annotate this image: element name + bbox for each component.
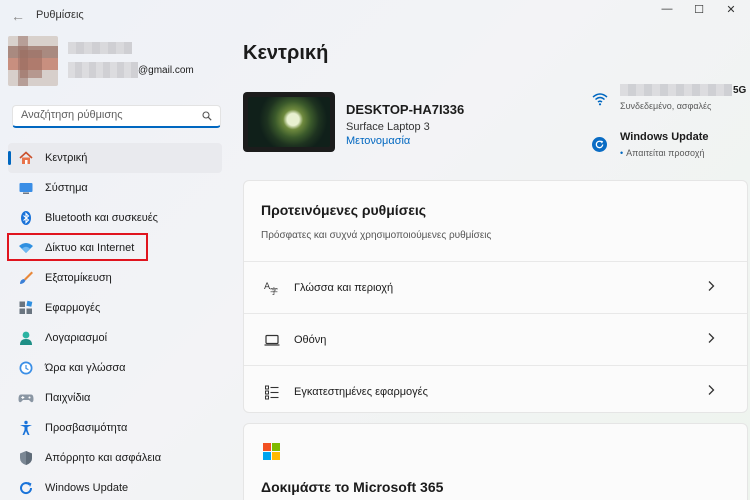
- device-model: Surface Laptop 3: [346, 121, 430, 133]
- rename-link[interactable]: Μετονομασία: [346, 135, 410, 147]
- page-title: Κεντρική: [243, 42, 329, 64]
- account-name-redacted: [68, 42, 132, 54]
- windows-update-status: • Απαιτείται προσοχή: [620, 148, 705, 158]
- system-icon: [17, 179, 35, 197]
- microsoft-365-title: Δοκιμάστε το Microsoft 365: [261, 479, 444, 495]
- microsoft-logo-icon: [263, 443, 280, 460]
- search-box[interactable]: [12, 105, 221, 128]
- recommended-row-installed-apps[interactable]: Εγκατεστημένες εφαρμογές: [244, 365, 747, 417]
- attention-dot: •: [620, 148, 624, 158]
- recommended-row-label: Οθόνη: [294, 333, 327, 346]
- recommended-row-language-region[interactable]: A字 Γλώσσα και περιοχή: [244, 261, 747, 313]
- apps-icon: [17, 299, 35, 317]
- wifi-status: Συνδεδεμένο, ασφαλές: [620, 101, 712, 111]
- sidebar-item-privacy-security[interactable]: Απόρρητο και ασφάλεια: [8, 443, 222, 473]
- sidebar-item-label: Σύστημα: [45, 182, 88, 194]
- sidebar-item-label: Windows Update: [45, 482, 129, 494]
- account-email-redacted: [68, 62, 138, 78]
- recommended-title: Προτεινόμενες ρυθμίσεις: [261, 202, 427, 218]
- sidebar-item-accessibility[interactable]: Προσβασιμότητα: [8, 413, 222, 443]
- display-icon: [264, 332, 280, 348]
- sidebar-item-windows-update[interactable]: Windows Update: [8, 473, 222, 500]
- accessibility-icon: [17, 419, 35, 437]
- sidebar-item-accounts[interactable]: Λογαριασμοί: [8, 323, 222, 353]
- sidebar-item-label: Κεντρική: [45, 152, 88, 164]
- recommended-subtitle: Πρόσφατες και συχνά χρησιμοποιούμενες ρυ…: [261, 230, 492, 241]
- device-name: DESKTOP-HA7I336: [346, 102, 465, 117]
- chevron-right-icon: [708, 385, 715, 395]
- device-thumbnail: [243, 92, 335, 152]
- recommended-row-label: Γλώσσα και περιοχή: [294, 281, 394, 294]
- sidebar-item-personalization[interactable]: Εξατομίκευση: [8, 263, 222, 293]
- microsoft-365-card[interactable]: Δοκιμάστε το Microsoft 365: [243, 423, 748, 500]
- windows-update-status-text: Απαιτείται προσοχή: [626, 148, 705, 158]
- wifi-name-redacted: [620, 84, 732, 96]
- search-input[interactable]: [21, 109, 201, 121]
- installed-apps-icon: [264, 384, 280, 400]
- chevron-right-icon: [708, 333, 715, 343]
- gaming-icon: [17, 389, 35, 407]
- svg-text:字: 字: [270, 286, 278, 296]
- brush-icon: [17, 269, 35, 287]
- recommended-row-display[interactable]: Οθόνη: [244, 313, 747, 365]
- shield-icon: [17, 449, 35, 467]
- accounts-icon: [17, 329, 35, 347]
- sidebar-item-apps[interactable]: Εφαρμογές: [8, 293, 222, 323]
- sidebar-item-label: Απόρρητο και ασφάλεια: [45, 452, 162, 464]
- bluetooth-icon: [17, 209, 35, 227]
- wifi-icon[interactable]: [592, 92, 608, 106]
- windows-update-title[interactable]: Windows Update: [620, 131, 709, 143]
- sidebar-item-label: Ώρα και γλώσσα: [45, 362, 126, 374]
- sidebar-item-time-language[interactable]: Ώρα και γλώσσα: [8, 353, 222, 383]
- minimize-button[interactable]: —: [652, 2, 682, 16]
- wifi-name-suffix: 5G: [733, 85, 747, 96]
- sidebar-item-bluetooth[interactable]: Bluetooth και συσκευές: [8, 203, 222, 233]
- avatar[interactable]: [8, 36, 58, 86]
- sidebar-item-gaming[interactable]: Παιχνίδια: [8, 383, 222, 413]
- title-bar: ← Ρυθμίσεις — ☐ ✕: [0, 0, 750, 32]
- account-email: @gmail.com: [138, 65, 194, 76]
- search-icon[interactable]: [202, 111, 212, 121]
- app-title: Ρυθμίσεις: [36, 9, 84, 21]
- home-icon: [17, 149, 35, 167]
- chevron-right-icon: [708, 281, 715, 291]
- sidebar-item-label: Προσβασιμότητα: [45, 422, 128, 434]
- sidebar-nav: Κεντρική Σύστημα Bluetooth και συσκευές …: [8, 143, 222, 500]
- sidebar-item-system[interactable]: Σύστημα: [8, 173, 222, 203]
- language-region-icon: A字: [264, 280, 280, 296]
- sidebar-item-label: Εφαρμογές: [45, 302, 101, 314]
- recommended-settings-card: Προτεινόμενες ρυθμίσεις Πρόσφατες και συ…: [243, 180, 748, 413]
- sidebar-item-label: Bluetooth και συσκευές: [45, 212, 158, 224]
- close-button[interactable]: ✕: [716, 2, 746, 16]
- highlight-box: [7, 233, 148, 261]
- sidebar-item-label: Εξατομίκευση: [45, 272, 112, 284]
- sidebar-item-home[interactable]: Κεντρική: [8, 143, 222, 173]
- windows-update-status-icon[interactable]: [592, 137, 607, 152]
- back-button[interactable]: ←: [8, 6, 28, 26]
- recommended-row-label: Εγκατεστημένες εφαρμογές: [294, 385, 428, 398]
- device-wallpaper: [248, 97, 330, 147]
- sidebar-item-label: Παιχνίδια: [45, 392, 91, 404]
- sidebar-item-label: Λογαριασμοί: [45, 332, 108, 344]
- maximize-button[interactable]: ☐: [684, 2, 714, 16]
- time-language-icon: [17, 359, 35, 377]
- windows-update-icon: [17, 479, 35, 497]
